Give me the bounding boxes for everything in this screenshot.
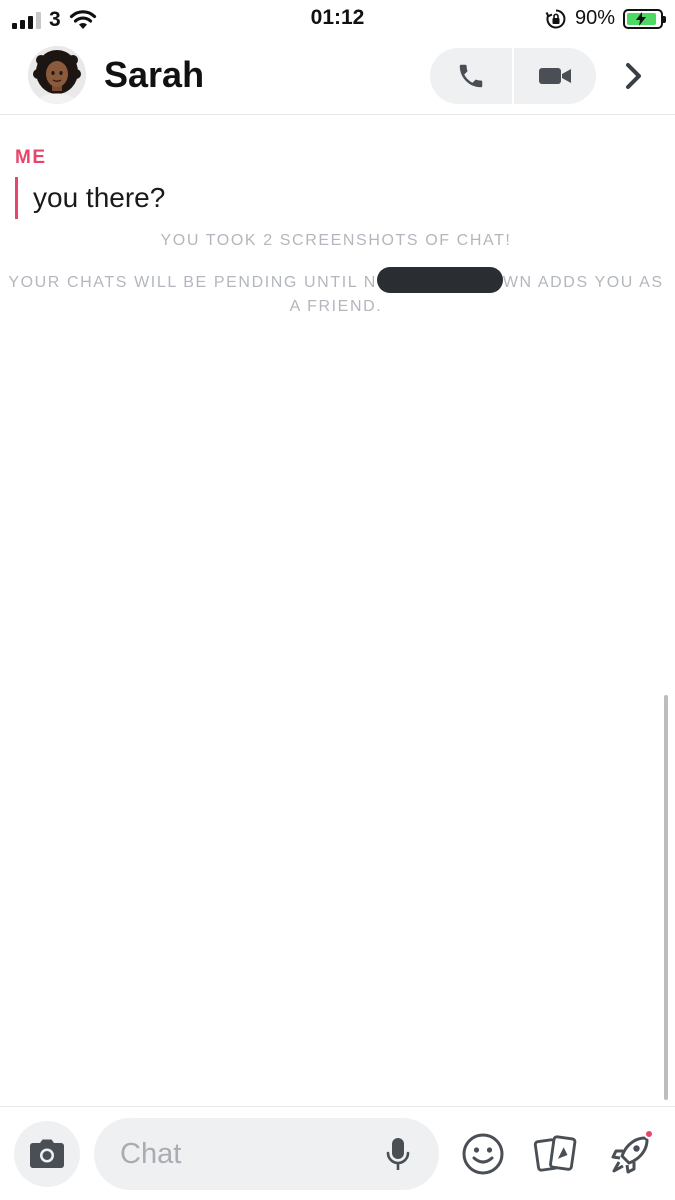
contact-avatar[interactable] — [28, 46, 86, 104]
games-button[interactable] — [608, 1129, 654, 1177]
video-call-button[interactable] — [514, 48, 596, 104]
redaction-mark — [376, 267, 503, 293]
voice-call-button[interactable] — [430, 48, 514, 104]
message-text: you there? — [33, 182, 166, 213]
smiley-icon — [462, 1133, 504, 1175]
cards-button[interactable] — [533, 1131, 579, 1177]
phone-icon — [459, 64, 483, 88]
voice-note-button[interactable] — [383, 1136, 413, 1174]
camera-icon — [30, 1139, 64, 1168]
microphone-icon — [386, 1138, 410, 1170]
pending-notice-prefix: YOUR CHATS WILL BE PENDING UNTIL N — [8, 274, 377, 292]
screenshot-notice: YOU TOOK 2 SCREENSHOTS OF CHAT! — [160, 232, 512, 249]
cards-icon — [533, 1135, 577, 1172]
pending-friend-notice: YOUR CHATS WILL BE PENDING UNTIL N WN ADD… — [0, 267, 672, 318]
emoji-button[interactable] — [460, 1131, 506, 1177]
rotation-lock-icon — [545, 9, 566, 28]
battery-level — [627, 11, 656, 26]
message-sender-label: ME — [15, 147, 47, 168]
battery-percent: 90% — [574, 7, 615, 29]
status-right: 90% — [545, 7, 666, 30]
camera-button[interactable] — [14, 1121, 80, 1187]
chat-composer-bar — [0, 1106, 675, 1200]
status-bar: 3 01:12 90% — [0, 0, 675, 40]
battery-icon — [623, 8, 666, 29]
bitmoji-avatar-icon — [28, 46, 86, 104]
chevron-right-icon — [626, 63, 641, 89]
message-item[interactable]: you there? — [15, 177, 165, 219]
chat-input[interactable] — [120, 1118, 370, 1190]
scrollbar[interactable] — [664, 695, 668, 1100]
video-camera-icon — [539, 68, 571, 84]
call-button-group — [430, 48, 596, 104]
charging-bolt-icon — [636, 11, 647, 26]
open-profile-button[interactable] — [612, 54, 656, 98]
contact-name[interactable]: Sarah — [104, 54, 204, 96]
chat-header: Sarah — [0, 40, 675, 115]
chat-input-container[interactable] — [94, 1118, 439, 1190]
notification-dot — [644, 1129, 654, 1139]
